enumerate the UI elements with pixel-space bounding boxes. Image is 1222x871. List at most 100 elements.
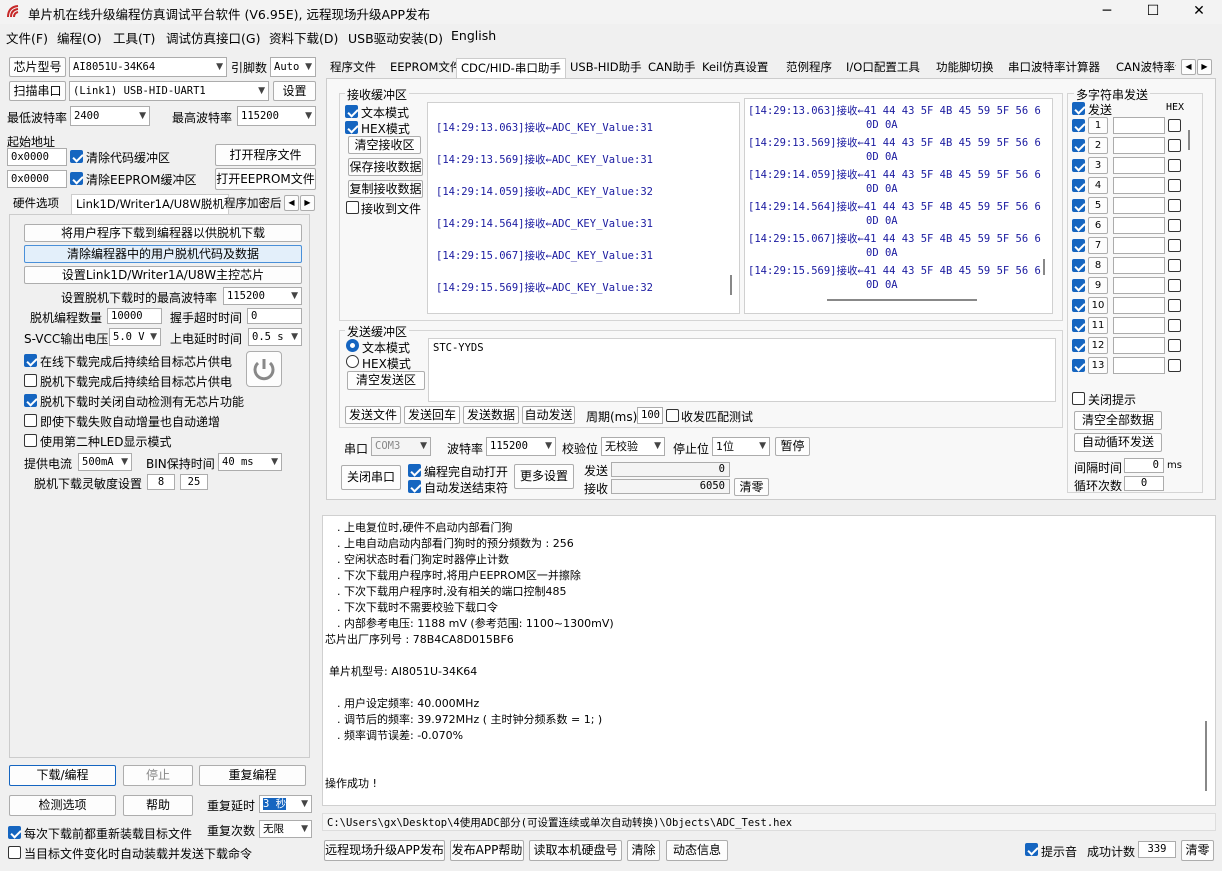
multi-row-text-input[interactable] (1113, 297, 1165, 314)
multi-row-send-button[interactable]: 2 (1088, 137, 1108, 154)
receive-text-area[interactable]: [14:29:13.063]接收←ADC_KEY_Value:31 [14:29… (427, 102, 740, 314)
multi-row-send-button[interactable]: 6 (1088, 217, 1108, 234)
multi-row-send-checkbox[interactable] (1072, 219, 1085, 232)
multi-row-hex-checkbox[interactable] (1168, 339, 1181, 352)
repeat-program-button[interactable]: 重复编程 (199, 765, 306, 786)
send-hex-mode-radio[interactable] (346, 355, 359, 368)
menu-file[interactable]: 文件(F) (6, 28, 48, 47)
check-options-button[interactable]: 检测选项 (9, 795, 116, 816)
tab-usb-hid[interactable]: USB-HID助手 (566, 58, 646, 78)
remote-upgrade-button[interactable]: 远程现场升级APP发布 (324, 840, 445, 861)
tab-eeprom-file[interactable]: EEPROM文件 (386, 58, 465, 78)
multi-row-hex-checkbox[interactable] (1168, 319, 1181, 332)
multi-row-hex-checkbox[interactable] (1168, 179, 1181, 192)
clear-counters-button[interactable]: 清零 (734, 478, 769, 496)
offline-max-baud-select[interactable]: 115200 ▼ (223, 287, 302, 305)
recv-hex-mode-checkbox[interactable] (345, 121, 358, 134)
power-icon[interactable] (246, 351, 282, 387)
multi-row-text-input[interactable] (1113, 277, 1165, 294)
code-address-input[interactable]: 0x0000 (7, 148, 67, 166)
tab-scroll-right-icon[interactable]: ▶ (300, 195, 315, 211)
tab-link1d-offline[interactable]: Link1D/Writer1A/U8W脱机 (71, 194, 229, 214)
match-test-checkbox[interactable] (666, 409, 679, 422)
multi-row-send-checkbox[interactable] (1072, 159, 1085, 172)
menu-usb-driver[interactable]: USB驱动安装(D) (348, 28, 443, 47)
multi-row-send-checkbox[interactable] (1072, 259, 1085, 272)
handshake-input[interactable]: 0 (247, 308, 302, 324)
multi-row-send-button[interactable]: 9 (1088, 277, 1108, 294)
multi-row-send-button[interactable]: 5 (1088, 197, 1108, 214)
copy-receive-button[interactable]: 复制接收数据 (348, 180, 423, 198)
parity-select[interactable]: 无校验 ▼ (601, 437, 665, 456)
serial-port-select[interactable]: COM3 ▼ (371, 437, 431, 456)
recv-text-scrollbar[interactable] (730, 275, 732, 295)
tab-scroll-left-icon[interactable]: ◀ (284, 195, 299, 211)
help-button[interactable]: 帮助 (123, 795, 193, 816)
opt-online-power-checkbox[interactable] (24, 354, 37, 367)
menu-downloads[interactable]: 资料下载(D) (269, 28, 338, 47)
tab-io-config[interactable]: I/O口配置工具 (842, 58, 924, 78)
stop-button[interactable]: 停止 (123, 765, 193, 786)
multi-row-text-input[interactable] (1113, 117, 1165, 134)
clear-send-button[interactable]: 清空发送区 (347, 371, 425, 390)
pins-select[interactable]: Auto ▼ (270, 57, 316, 77)
main-tab-scroll-right-icon[interactable]: ▶ (1197, 59, 1212, 75)
sensitivity-input-1[interactable]: 8 (147, 474, 175, 490)
multi-row-send-checkbox[interactable] (1072, 359, 1085, 372)
multi-row-hex-checkbox[interactable] (1168, 219, 1181, 232)
opt-led-mode-checkbox[interactable] (24, 434, 37, 447)
multi-row-send-button[interactable]: 3 (1088, 157, 1108, 174)
multi-row-text-input[interactable] (1113, 197, 1165, 214)
open-eeprom-button[interactable]: 打开EEPROM文件 (215, 168, 316, 190)
minimize-icon[interactable]: ─ (1084, 0, 1130, 24)
open-program-button[interactable]: 打开程序文件 (215, 144, 316, 166)
download-to-programmer-button[interactable]: 将用户程序下载到编程器以供脱机下载 (24, 224, 302, 242)
multi-row-send-button[interactable]: 1 (1088, 117, 1108, 134)
send-text-mode-radio[interactable] (346, 339, 359, 352)
send-text-area[interactable]: STC-YYDS (428, 338, 1056, 402)
menu-debug[interactable]: 调试仿真接口(G) (166, 28, 260, 47)
tab-keil-sim[interactable]: Keil仿真设置 (698, 58, 772, 78)
loop-count-input[interactable]: 0 (1124, 476, 1164, 491)
publish-help-button[interactable]: 发布APP帮助 (450, 840, 524, 861)
settings-button[interactable]: 设置 (273, 81, 316, 101)
send-data-button[interactable]: 发送数据 (463, 406, 519, 424)
multi-row-text-input[interactable] (1113, 257, 1165, 274)
multi-row-text-input[interactable] (1113, 237, 1165, 254)
tab-program-file[interactable]: 程序文件 (326, 58, 380, 78)
set-master-chip-button[interactable]: 设置Link1D/Writer1A/U8W主控芯片 (24, 266, 302, 284)
multi-row-hex-checkbox[interactable] (1168, 139, 1181, 152)
tab-examples[interactable]: 范例程序 (782, 58, 836, 78)
multi-row-hex-checkbox[interactable] (1168, 299, 1181, 312)
auto-load-checkbox[interactable] (8, 846, 21, 859)
multi-row-text-input[interactable] (1113, 177, 1165, 194)
opt-disable-detect-checkbox[interactable] (24, 394, 37, 407)
opt-auto-increment-checkbox[interactable] (24, 414, 37, 427)
multi-send-all-checkbox[interactable] (1072, 102, 1085, 115)
multi-row-send-checkbox[interactable] (1072, 299, 1085, 312)
multi-row-text-input[interactable] (1113, 317, 1165, 334)
multi-row-hex-checkbox[interactable] (1168, 159, 1181, 172)
close-hint-checkbox[interactable] (1072, 392, 1085, 405)
dynamic-info-button[interactable]: 动态信息 (666, 840, 728, 861)
output-log[interactable]: . 上电复位时,硬件不启动内部看门狗 . 上电自动启动内部看门狗时的预分频数为 :… (322, 515, 1216, 806)
read-disk-id-button[interactable]: 读取本机硬盘号 (529, 840, 622, 861)
maximize-icon[interactable]: ☐ (1130, 0, 1176, 24)
multi-row-hex-checkbox[interactable] (1168, 199, 1181, 212)
recv-text-mode-checkbox[interactable] (345, 105, 358, 118)
max-baud-select[interactable]: 115200 ▼ (237, 106, 316, 126)
multi-row-send-checkbox[interactable] (1072, 179, 1085, 192)
tab-pin-switch[interactable]: 功能脚切换 (932, 58, 998, 78)
sensitivity-input-2[interactable]: 25 (180, 474, 208, 490)
multi-row-text-input[interactable] (1113, 337, 1165, 354)
tab-can[interactable]: CAN助手 (644, 58, 700, 78)
reset-success-button[interactable]: 清零 (1181, 840, 1214, 861)
interval-input[interactable]: 0 (1124, 458, 1164, 473)
save-receive-button[interactable]: 保存接收数据 (348, 158, 423, 176)
chip-type-button[interactable]: 芯片型号 (9, 57, 66, 77)
reload-file-checkbox[interactable] (8, 826, 21, 839)
auto-end-checkbox[interactable] (408, 480, 421, 493)
clear-programmer-button[interactable]: 清除编程器中的用户脱机代码及数据 (24, 245, 302, 263)
tab-can-baud[interactable]: CAN波特率计 (1112, 58, 1176, 78)
multi-row-hex-checkbox[interactable] (1168, 119, 1181, 132)
